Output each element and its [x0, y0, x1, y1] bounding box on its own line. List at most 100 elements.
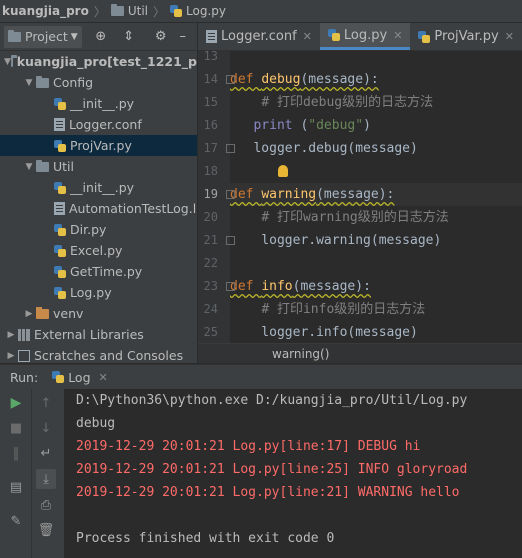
line-number: 16 [203, 118, 218, 132]
close-icon[interactable]: ✕ [393, 29, 402, 42]
code-token: ) [363, 118, 371, 133]
stop-icon[interactable]: ■ [8, 420, 24, 436]
code-line[interactable]: # 打印debug级别的日志方法 [230, 91, 522, 114]
arrow-down-icon[interactable]: ↓ [38, 420, 54, 436]
tree-item[interactable]: Logger.conf [0, 114, 197, 135]
code-line[interactable]: def info(message): [230, 275, 522, 298]
code-token: "debug" [308, 118, 364, 133]
tree-item[interactable]: __init__.py [0, 177, 197, 198]
code-token: warning [261, 187, 317, 202]
collapse-arrow-icon[interactable]: ▶ [22, 309, 36, 319]
console-line: D:\Python36\python.exe D:/kuangjia_pro/U… [76, 393, 468, 408]
tree-item[interactable]: ▼ Config [0, 72, 197, 93]
tree-item[interactable]: ▼ kuangjia_pro [test_1221_p [0, 51, 197, 72]
hide-panel-icon[interactable]: – [174, 26, 192, 48]
fold-marker-icon[interactable] [226, 236, 235, 245]
chevron-right-icon: 〉 [153, 4, 166, 19]
run-tab-log[interactable]: Log ✕ [52, 370, 108, 385]
tree-item[interactable]: ▼ Util [0, 156, 197, 177]
code-token: print [253, 118, 293, 133]
arrow-up-icon[interactable]: ↑ [38, 395, 54, 411]
code-token: info [261, 279, 293, 294]
editor-tab[interactable]: Log.py ✕ [319, 23, 411, 50]
code-line[interactable] [230, 252, 522, 275]
breadcrumb-item-util[interactable]: Util [109, 4, 150, 18]
code-token: (message): [300, 72, 379, 87]
console-line: 2019-12-29 20:01:21 Log.py[line:25] INFO… [76, 462, 468, 477]
tree-item-label: GetTime.py [70, 264, 143, 279]
code-line[interactable]: # 打印info级别的日志方法 [230, 298, 522, 321]
trash-icon[interactable]: 🗑 [38, 522, 55, 538]
chevron-down-icon: ▼ [70, 31, 78, 42]
locate-icon[interactable]: ⊕ [92, 26, 110, 48]
fold-marker-icon[interactable] [226, 282, 235, 291]
lightbulb-icon[interactable] [278, 165, 288, 177]
tree-item[interactable]: ▶ Scratches and Consoles [0, 345, 197, 363]
tree-item-label: ProjVar.py [70, 138, 132, 153]
project-folder-icon [8, 29, 21, 42]
project-tree: ▼ kuangjia_pro [test_1221_p ▼ Config __init_… [0, 51, 197, 363]
code-line[interactable]: logger.debug(message) [230, 137, 522, 160]
tree-item[interactable]: AutomationTestLog.l [0, 198, 197, 219]
code-line[interactable]: # 打印warning级别的日志方法 [230, 206, 522, 229]
folder-icon [36, 75, 49, 88]
rerun-icon[interactable]: ▶ [8, 395, 24, 411]
code-editor[interactable]: def debug(message): # 打印debug级别的日志方法 pri… [230, 51, 522, 347]
line-number: 25 [203, 325, 218, 339]
console-output[interactable]: D:\Python36\python.exe D:/kuangjia_pro/U… [64, 389, 522, 558]
editor-tab-label: Log.py [343, 27, 388, 43]
tree-item-label: AutomationTestLog.l [69, 201, 197, 216]
close-icon[interactable]: ✕ [99, 371, 108, 384]
soft-wrap-icon[interactable]: ↵ [38, 445, 54, 461]
expand-arrow-icon[interactable]: ▼ [22, 78, 36, 88]
fold-marker-icon[interactable] [226, 190, 235, 199]
pin-icon[interactable]: ✎ [8, 513, 24, 529]
tree-item-label: Dir.py [70, 222, 107, 237]
tree-item[interactable]: __init__.py [0, 93, 197, 114]
tree-item-label: Scratches and Consoles [34, 348, 184, 363]
tree-item[interactable]: Dir.py [0, 219, 197, 240]
code-line[interactable] [230, 51, 522, 68]
fold-marker-icon[interactable] [226, 75, 235, 84]
editor-tab-label: ProjVar.py [434, 29, 499, 44]
collapse-all-icon[interactable]: ⇕ [120, 26, 138, 48]
code-line[interactable]: logger.info(message) [230, 321, 522, 344]
code-line[interactable]: def warning(message): [230, 183, 522, 206]
close-icon[interactable]: ✕ [505, 30, 514, 43]
expand-arrow-icon[interactable]: ▼ [22, 162, 36, 172]
editor-tab[interactable]: Logger.conf ✕ [198, 23, 320, 50]
code-line[interactable]: logger.warning(message) [230, 229, 522, 252]
scroll-to-end-icon[interactable]: ⤓ [36, 469, 56, 489]
breadcrumb-item-project[interactable]: kuangjia_pro [0, 4, 91, 18]
tree-item[interactable]: ▶ venv [0, 303, 197, 324]
line-number: 17 [203, 141, 218, 155]
structure-breadcrumb[interactable]: warning() [198, 343, 522, 363]
editor-tab[interactable]: ProjVar.py ✕ [410, 23, 522, 50]
python-file-icon [54, 97, 66, 110]
tree-item[interactable]: Log.py [0, 282, 197, 303]
run-tool-window-header: Run: Log ✕ [0, 364, 522, 389]
layout-icon[interactable]: ▤ [8, 479, 24, 495]
project-view-dropdown[interactable]: Project ▼ [4, 25, 82, 48]
fold-marker-icon[interactable] [226, 144, 235, 153]
tree-item[interactable]: Excel.py [0, 240, 197, 261]
breadcrumb-item-file[interactable]: Log.py [168, 4, 228, 18]
tree-item[interactable]: ▶ External Libraries [0, 324, 197, 345]
gear-icon[interactable]: ⚙ [152, 26, 170, 48]
tree-item[interactable]: ProjVar.py [0, 135, 197, 156]
collapse-arrow-icon[interactable]: ▶ [4, 351, 18, 361]
close-icon[interactable]: ✕ [303, 30, 312, 43]
code-line[interactable]: print ("debug") [230, 114, 522, 137]
python-file-icon [170, 5, 183, 17]
tree-item[interactable]: GetTime.py [0, 261, 197, 282]
code-line[interactable] [230, 160, 522, 183]
structure-crumb-label: warning() [272, 347, 330, 361]
expand-arrow-icon[interactable]: ▼ [4, 57, 11, 67]
code-line[interactable]: def debug(message): [230, 68, 522, 91]
pause-icon[interactable]: ‖ [8, 445, 24, 461]
editor-tab-label: Logger.conf [221, 29, 297, 44]
collapse-arrow-icon[interactable]: ▶ [4, 330, 18, 340]
folder-icon [110, 4, 124, 16]
print-icon[interactable]: ⎙ [38, 497, 54, 513]
